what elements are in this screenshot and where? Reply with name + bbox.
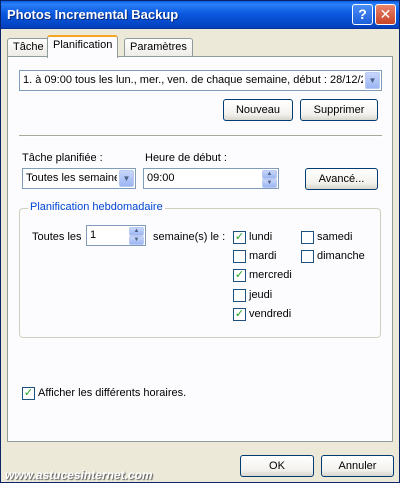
- day-label-dimanche: dimanche: [317, 250, 365, 262]
- spin-up-icon[interactable]: ▲: [129, 227, 144, 236]
- checkbox-samedi[interactable]: [301, 231, 314, 244]
- window-title: Photos Incremental Backup: [7, 7, 179, 22]
- start-time-value: 09:00: [147, 172, 175, 184]
- weeks-interval-value: 1: [90, 229, 97, 241]
- title-bar[interactable]: Photos Incremental Backup ? ✕: [1, 1, 399, 29]
- day-label-jeudi: jeudi: [249, 289, 273, 301]
- schedule-select[interactable]: 1. à 09:00 tous les lun., mer., ven. de …: [19, 70, 382, 91]
- chevron-down-icon[interactable]: ▼: [365, 72, 380, 89]
- every-label: Toutes les: [32, 231, 82, 243]
- checkbox-mardi[interactable]: [233, 250, 246, 263]
- start-time-input[interactable]: 09:00 ▲ ▼: [143, 168, 279, 189]
- task-type-label: Tâche planifiée :: [22, 152, 103, 164]
- checkmark-icon: ✓: [234, 308, 245, 320]
- help-button[interactable]: ?: [352, 4, 373, 25]
- checkbox-dimanche[interactable]: [301, 250, 314, 263]
- tab-planification[interactable]: Planification: [47, 35, 119, 58]
- day-label-lundi: lundi: [249, 231, 273, 243]
- cancel-button[interactable]: Annuler: [321, 455, 394, 477]
- planification-panel: 1. à 09:00 tous les lun., mer., ven. de …: [7, 56, 393, 442]
- tab-parametres[interactable]: Paramètres: [124, 38, 193, 57]
- advanced-button[interactable]: Avancé...: [305, 168, 378, 190]
- weekly-schedule-group: [19, 208, 381, 338]
- weeks-interval-input[interactable]: 1 ▲ ▼: [86, 225, 146, 246]
- checkmark-icon: ✓: [234, 231, 245, 243]
- tab-tache[interactable]: Tâche: [7, 38, 50, 57]
- checkbox-show-multiple[interactable]: ✓: [22, 387, 35, 400]
- spin-down-icon[interactable]: ▼: [262, 179, 277, 188]
- checkbox-jeudi[interactable]: [233, 289, 246, 302]
- divider: [19, 135, 382, 137]
- checkbox-mercredi[interactable]: ✓: [233, 269, 246, 282]
- chevron-down-icon[interactable]: ▼: [119, 170, 134, 187]
- dialog-window: Photos Incremental Backup ? ✕ Tâche Plan…: [0, 0, 400, 483]
- task-type-value: Toutes les semaine: [26, 172, 117, 184]
- watermark-text: www.astucesinternet.com: [5, 468, 153, 482]
- checkmark-icon: ✓: [23, 387, 34, 399]
- spin-up-icon[interactable]: ▲: [262, 170, 277, 179]
- day-label-samedi: samedi: [317, 231, 353, 243]
- show-multiple-label: Afficher les différents horaires.: [38, 387, 187, 399]
- weeks-label: semaine(s) le :: [153, 231, 226, 243]
- day-label-vendredi: vendredi: [249, 308, 292, 320]
- checkbox-vendredi[interactable]: ✓: [233, 308, 246, 321]
- close-button[interactable]: ✕: [375, 4, 396, 25]
- task-type-select[interactable]: Toutes les semaine ▼: [22, 168, 136, 189]
- spin-down-icon[interactable]: ▼: [129, 236, 144, 245]
- day-label-mardi: mardi: [249, 250, 277, 262]
- delete-button[interactable]: Supprimer: [300, 99, 378, 121]
- schedule-select-value: 1. à 09:00 tous les lun., mer., ven. de …: [23, 74, 363, 86]
- checkmark-icon: ✓: [234, 269, 245, 281]
- checkbox-lundi[interactable]: ✓: [233, 231, 246, 244]
- day-label-mercredi: mercredi: [249, 269, 292, 281]
- ok-button[interactable]: OK: [240, 455, 314, 477]
- weekly-schedule-title: Planification hebdomadaire: [28, 201, 165, 213]
- start-time-label: Heure de début :: [145, 152, 227, 164]
- new-button[interactable]: Nouveau: [223, 99, 293, 121]
